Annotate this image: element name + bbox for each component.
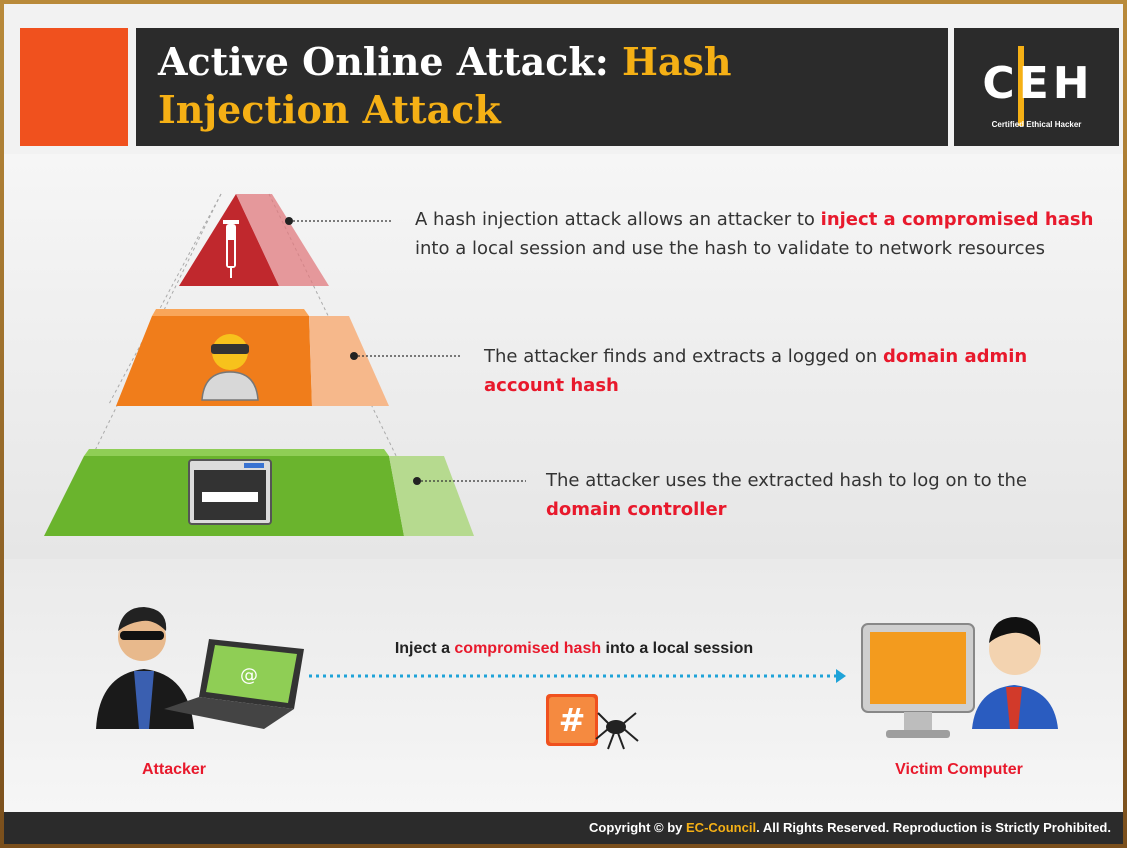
page-title: Active Online Attack: Hash Injection Att… (158, 38, 938, 134)
slide: Active Online Attack: Hash Injection Att… (4, 4, 1123, 844)
arrow-head (836, 669, 846, 683)
connector-dot-2 (350, 352, 358, 360)
step-2-text: The attacker finds and extracts a logged… (484, 346, 1028, 396)
ceh-logo: CEH Certified Ethical Hacker (954, 28, 1119, 146)
logo-subtitle: Certified Ethical Hacker (991, 120, 1082, 129)
laptop-symbol: @ (240, 665, 258, 686)
pyramid-tier-1 (179, 194, 329, 286)
connector-dot-3 (413, 477, 421, 485)
hash-symbol: # (559, 701, 586, 739)
attacker-label: Attacker (141, 761, 207, 778)
accent-block (20, 28, 128, 146)
pyramid-tier-2 (116, 309, 389, 406)
spider-icon (595, 712, 639, 750)
title-part-2: Hash (622, 39, 732, 84)
footer: Copyright © by EC-Council. All Rights Re… (4, 812, 1123, 844)
title-bar: Active Online Attack: Hash Injection Att… (136, 28, 948, 146)
step-1-text: A hash injection attack allows an attack… (415, 209, 1094, 259)
monitor-icon (861, 623, 975, 738)
inject-caption: Inject a compromised hash into a local s… (394, 640, 754, 657)
ec-council-brand: EC-Council (686, 820, 757, 835)
logo-letters: CEH (982, 58, 1094, 109)
title-part-1: Active Online Attack: (158, 39, 622, 84)
copyright-text: Copyright © by EC-Council. All Rights Re… (589, 820, 1111, 835)
title-part-3: Injection Attack (158, 87, 501, 132)
step-3-text: The attacker uses the extracted hash to … (546, 470, 1027, 520)
login-window-icon (188, 459, 272, 525)
victim-user-icon (972, 617, 1058, 729)
connector-dot-1 (285, 217, 293, 225)
pyramid-tier-3 (44, 449, 474, 536)
victim-computer-label: Victim Computer (895, 761, 1023, 778)
